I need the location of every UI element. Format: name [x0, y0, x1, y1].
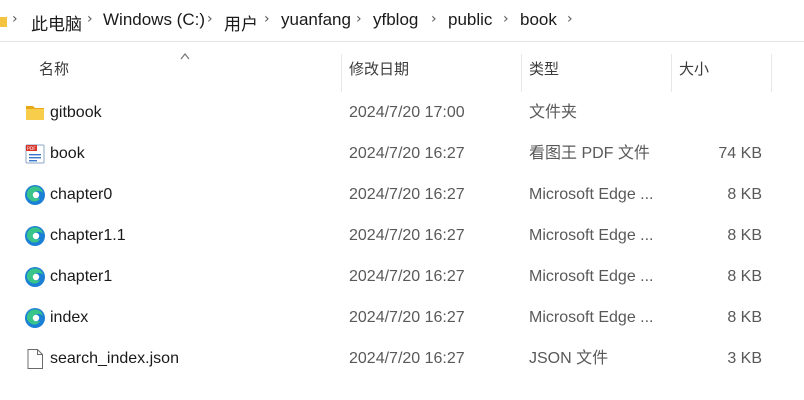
column-header-size[interactable]: 大小 [679, 46, 709, 92]
breadcrumb-book[interactable]: book [520, 10, 557, 30]
column-header-row: 名称 修改日期 类型 大小 [0, 46, 804, 92]
chevron-right-icon[interactable]: › [503, 11, 509, 27]
file-type: Microsoft Edge ... [529, 268, 654, 285]
breadcrumb-users[interactable]: 用户 [224, 10, 258, 35]
chevron-right-icon[interactable]: › [12, 11, 18, 27]
file-name: book [50, 145, 85, 162]
file-row[interactable]: search_index.json 2024/7/20 16:27 JSON 文… [0, 338, 804, 379]
chevron-right-icon[interactable]: › [567, 11, 573, 27]
file-modified: 2024/7/20 16:27 [349, 145, 465, 162]
file-row[interactable]: chapter1 2024/7/20 16:27 Microsoft Edge … [0, 256, 804, 297]
file-type: JSON 文件 [529, 350, 609, 367]
breadcrumb-yuanfang[interactable]: yuanfang [281, 10, 351, 30]
folder-icon [26, 106, 44, 120]
edge-html-icon [25, 267, 45, 287]
edge-html-icon [25, 308, 45, 328]
file-modified: 2024/7/20 17:00 [349, 104, 465, 121]
breadcrumb-this-pc[interactable]: 此电脑 [31, 10, 82, 35]
file-row[interactable]: index 2024/7/20 16:27 Microsoft Edge ...… [0, 297, 804, 338]
file-name: chapter1.1 [50, 227, 126, 244]
file-row[interactable]: chapter1.1 2024/7/20 16:27 Microsoft Edg… [0, 215, 804, 256]
chevron-right-icon[interactable]: › [87, 11, 93, 27]
file-modified: 2024/7/20 16:27 [349, 350, 465, 367]
chevron-right-icon[interactable]: › [264, 11, 270, 27]
file-type: Microsoft Edge ... [529, 186, 654, 203]
breadcrumb-windows-c[interactable]: Windows (C:) [103, 10, 205, 30]
file-size: 8 KB [727, 186, 762, 203]
sort-ascending-icon [180, 53, 190, 60]
chevron-right-icon[interactable]: › [431, 11, 437, 27]
file-row[interactable]: chapter0 2024/7/20 16:27 Microsoft Edge … [0, 174, 804, 215]
column-divider[interactable] [671, 54, 672, 92]
file-size: 8 KB [727, 227, 762, 244]
column-header-name[interactable]: 名称 [39, 46, 69, 92]
column-header-modified[interactable]: 修改日期 [349, 46, 409, 92]
file-type: 看图王 PDF 文件 [529, 145, 650, 162]
breadcrumb-yfblog[interactable]: yfblog [373, 10, 418, 30]
file-modified: 2024/7/20 16:27 [349, 268, 465, 285]
file-name: gitbook [50, 104, 102, 121]
chevron-right-icon[interactable]: › [356, 11, 362, 27]
file-size: 3 KB [727, 350, 762, 367]
file-row[interactable]: PDF book 2024/7/20 16:27 看图王 PDF 文件 74 K… [0, 133, 804, 174]
file-type: 文件夹 [529, 104, 578, 121]
file-name: chapter0 [50, 186, 113, 203]
column-divider[interactable] [521, 54, 522, 92]
file-row[interactable]: gitbook 2024/7/20 17:00 文件夹 [0, 92, 804, 133]
file-modified: 2024/7/20 16:27 [349, 227, 465, 244]
file-size: 8 KB [727, 268, 762, 285]
pdf-file-icon: PDF [25, 144, 45, 164]
column-header-type[interactable]: 类型 [529, 46, 559, 92]
folder-icon [0, 17, 7, 27]
file-name: search_index.json [50, 350, 179, 367]
file-size: 8 KB [727, 309, 762, 326]
edge-html-icon [25, 226, 45, 246]
file-size: 74 KB [718, 145, 762, 162]
json-file-icon [27, 349, 43, 369]
column-divider[interactable] [341, 54, 342, 92]
file-name: index [50, 309, 89, 326]
address-bar[interactable]: › 此电脑 › Windows (C:) › 用户 › yuanfang › y… [0, 0, 804, 42]
svg-text:PDF: PDF [27, 146, 36, 152]
file-modified: 2024/7/20 16:27 [349, 309, 465, 326]
file-type: Microsoft Edge ... [529, 309, 654, 326]
file-modified: 2024/7/20 16:27 [349, 186, 465, 203]
edge-html-icon [25, 185, 45, 205]
column-divider[interactable] [771, 54, 772, 92]
file-type: Microsoft Edge ... [529, 227, 654, 244]
file-name: chapter1 [50, 268, 113, 285]
breadcrumb-public[interactable]: public [448, 10, 492, 30]
chevron-right-icon[interactable]: › [207, 11, 213, 27]
